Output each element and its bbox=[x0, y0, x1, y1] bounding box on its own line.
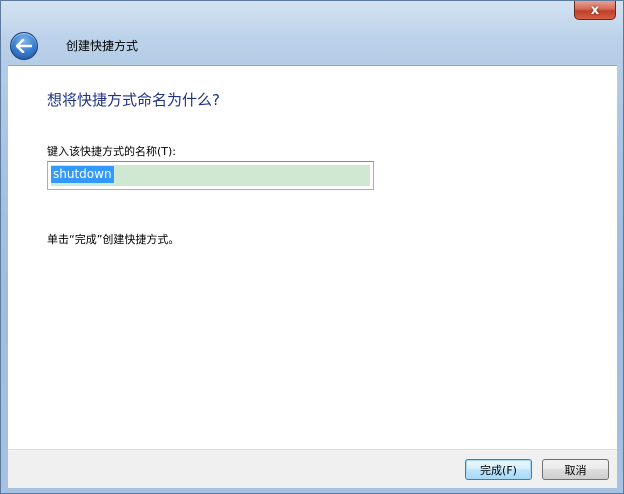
finish-button[interactable]: 完成(F) bbox=[465, 459, 532, 480]
wizard-content: 想将快捷方式命名为什么? 键入该快捷方式的名称(T): shutdown 单击“… bbox=[8, 65, 617, 450]
back-button[interactable] bbox=[10, 32, 38, 60]
shortcut-name-input[interactable]: shutdown bbox=[47, 161, 374, 190]
close-button[interactable]: x bbox=[574, 1, 616, 20]
page-heading: 想将快捷方式命名为什么? bbox=[47, 91, 220, 109]
finish-hint: 单击“完成”创建快捷方式。 bbox=[47, 233, 180, 246]
close-icon: x bbox=[590, 2, 600, 18]
wizard-title: 创建快捷方式 bbox=[66, 39, 139, 53]
input-fill: shutdown bbox=[51, 165, 370, 186]
shortcut-name-label: 键入该快捷方式的名称(T): bbox=[47, 145, 177, 158]
back-arrow-icon bbox=[16, 39, 32, 53]
cancel-button[interactable]: 取消 bbox=[542, 459, 609, 480]
shortcut-wizard-window: x 创建快捷方式 想将快捷方式命名为什么? 键入该快捷方式的名称(T): shu… bbox=[0, 0, 624, 494]
selected-text: shutdown bbox=[51, 166, 114, 183]
button-bar: 完成(F) 取消 bbox=[8, 449, 617, 488]
